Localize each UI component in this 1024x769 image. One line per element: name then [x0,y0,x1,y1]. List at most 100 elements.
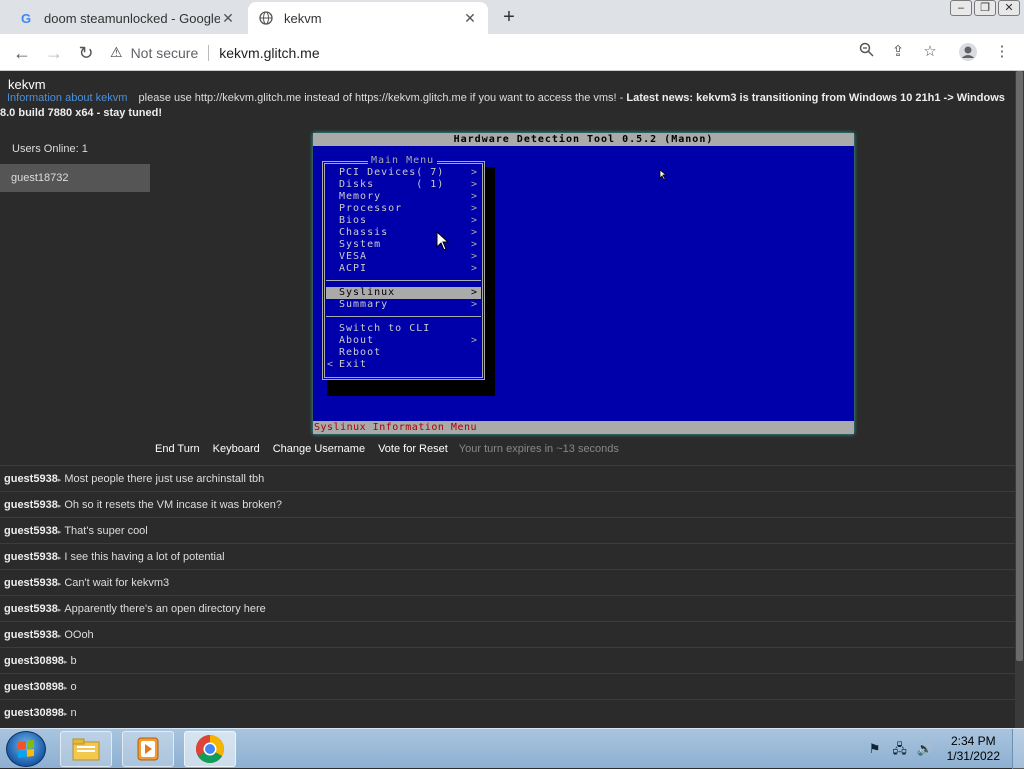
user-list-item[interactable]: guest18732 [0,164,150,192]
vm-menu-item[interactable]: < Exit [326,359,481,371]
vm-menu-item[interactable]: PCI Devices( 7) > [326,167,481,179]
start-button[interactable] [6,731,46,767]
chat-username[interactable]: guest30898 [4,655,64,667]
share-icon[interactable]: ⇪ [888,42,908,62]
menu-item-label: ACPI [339,263,368,274]
globe-icon [258,10,274,26]
page-scrollbar[interactable] [1015,71,1024,728]
taskbar-media-player[interactable] [122,731,174,767]
chevron-right-icon: > [470,251,478,262]
info-link[interactable]: Information about kekvm [7,92,127,104]
vm-menu-item[interactable]: Bios > [326,215,481,227]
close-icon[interactable]: ✕ [998,0,1020,16]
network-icon[interactable]: 🖧 [891,740,909,758]
caret-icon: ▸ [63,685,68,692]
chat-message: guest5938▸ Most people there just use arc… [0,465,1015,491]
scrollbar-thumb[interactable] [1016,71,1023,661]
back-icon[interactable]: ← [10,41,34,65]
chat-message: guest30898▸ n [0,699,1015,725]
tab-kekvm[interactable]: kekvm ✕ [248,2,488,34]
vm-menu-item[interactable]: About > [326,335,481,347]
news-separator: - [616,92,627,104]
vm-menu-item[interactable]: Disks ( 1) > [326,179,481,191]
vm-menu-item[interactable]: ACPI > [326,263,481,275]
chat-username[interactable]: guest5938 [4,473,58,485]
change-username-button[interactable]: Change Username [273,443,365,455]
chat-text: Can't wait for kekvm3 [64,577,170,589]
vm-menu-item[interactable]: Summary > [326,299,481,311]
chat-username[interactable]: guest5938 [4,629,58,641]
chat-username[interactable]: guest30898 [4,707,64,719]
menu-item-label: Exit [339,359,368,370]
minimize-icon[interactable]: – [950,0,972,16]
vote-reset-button[interactable]: Vote for Reset [378,443,448,455]
user-list: guest18732 [0,164,150,192]
chat-username[interactable]: guest5938 [4,577,58,589]
menu-kebab-icon[interactable]: ⋮ [992,42,1012,62]
new-tab-button[interactable]: + [498,6,520,29]
star-icon[interactable]: ☆ [920,42,940,62]
menu-item-label: Reboot [339,347,382,358]
chevron-right-icon: > [470,227,478,238]
vm-menu-item[interactable]: Switch to CLI [326,323,481,335]
news-banner: Information about kekvm please use http:… [0,91,1012,121]
toolbar: ← → ↻ ⚠ Not secure kekvm.glitch.me ⇪ ☆ ⋮ [0,34,1024,71]
vm-menu-item[interactable]: Chassis > [326,227,481,239]
tab-strip: G doom steamunlocked - Google S ✕ kekvm … [0,0,1024,34]
taskbar-chrome[interactable] [184,731,236,767]
chat-username[interactable]: guest5938 [4,499,58,511]
profile-avatar-icon[interactable] [958,42,978,62]
warning-icon[interactable]: ⚠ [110,44,123,61]
restore-icon[interactable]: ❐ [974,0,996,16]
close-tab-icon[interactable]: ✕ [220,10,236,27]
caret-icon: ▸ [63,711,68,718]
tab-google-search[interactable]: G doom steamunlocked - Google S ✕ [8,2,246,34]
vm-menu-item[interactable]: Processor > [326,203,481,215]
taskbar-explorer[interactable] [60,731,112,767]
zoom-icon[interactable] [856,42,876,62]
vm-menu-item[interactable]: VESA > [326,251,481,263]
chat-message: guest30898▸ b [0,647,1015,673]
end-turn-button[interactable]: End Turn [155,443,200,455]
url-text[interactable]: kekvm.glitch.me [219,45,319,61]
chat-text: n [70,707,77,719]
chat-username[interactable]: guest30898 [4,681,64,693]
vm-menu-item[interactable]: System > [326,239,481,251]
menu-item-label: System [339,239,382,250]
chat-message: guest5938▸ I see this having a lot of pot… [0,543,1015,569]
vm-controls: End Turn Keyboard Change Username Vote f… [155,443,619,455]
chat-username[interactable]: guest5938 [4,603,58,615]
vm-menu-item[interactable]: Syslinux > [326,287,481,299]
keyboard-button[interactable]: Keyboard [213,443,260,455]
volume-icon[interactable]: 🔊 [916,740,934,758]
vm-menu-item[interactable]: Reboot [326,347,481,359]
menu-item-label: Summary [339,299,389,310]
reload-icon[interactable]: ↻ [74,41,98,65]
divider [208,44,210,61]
show-desktop-button[interactable] [1012,729,1024,769]
vm-screen[interactable]: Hardware Detection Tool 0.5.2 (Manon) Ma… [313,133,854,434]
chevron-right-icon: > [470,215,478,226]
menu-item-label: About [339,335,375,346]
chevron-right-icon: > [470,179,478,190]
address-bar[interactable]: ⚠ Not secure kekvm.glitch.me [110,38,890,67]
action-center-flag-icon[interactable]: ⚑ [866,740,884,758]
close-tab-icon[interactable]: ✕ [462,10,478,27]
menu-item-label: Switch to CLI [339,323,431,334]
chat-text: I see this having a lot of potential [64,551,225,563]
chat-text: OOoh [64,629,94,641]
vm-menu-item[interactable]: Memory > [326,191,481,203]
caret-icon: ▸ [57,607,62,614]
media-player-icon [137,737,159,761]
caret-icon: ▸ [57,555,62,562]
chat-text: o [70,681,77,693]
forward-icon[interactable]: → [42,41,66,65]
chat-username[interactable]: guest5938 [4,525,58,537]
chat-username[interactable]: guest5938 [4,551,58,563]
tab-title: kekvm [284,10,322,26]
caret-icon: ▸ [57,477,62,484]
security-label[interactable]: Not secure [131,45,199,61]
menu-separator [326,311,481,323]
caret-icon: ▸ [57,529,62,536]
clock[interactable]: 2:34 PM 1/31/2022 [947,734,1000,764]
